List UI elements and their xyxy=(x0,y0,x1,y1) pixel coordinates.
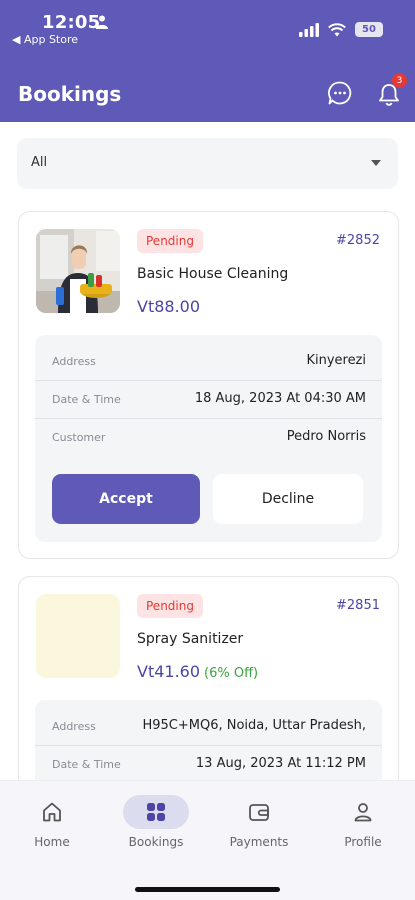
service-price: Vt88.00 xyxy=(137,297,200,316)
battery-icon: 50 xyxy=(355,22,383,37)
wifi-icon xyxy=(328,22,346,36)
filter-selected-value: All xyxy=(31,155,48,170)
status-filter-dropdown[interactable]: All xyxy=(17,138,398,189)
datetime-label: Date & Time xyxy=(52,758,121,771)
nav-label-home: Home xyxy=(34,835,70,849)
battery-level: 50 xyxy=(362,24,376,35)
booking-details: Address Kinyerezi Date & Time 18 Aug, 20… xyxy=(35,335,382,542)
nav-label-bookings: Bookings xyxy=(128,835,184,849)
service-price: Vt41.60 (6% Off) xyxy=(137,662,258,681)
chat-button[interactable] xyxy=(327,80,353,106)
cellular-signal-icon xyxy=(299,22,319,37)
detail-row-customer: Customer Pedro Norris xyxy=(35,419,382,457)
booking-card[interactable]: Pending #2852 Basic House Cleaning Vt88.… xyxy=(18,211,399,559)
app-header: Bookings 3 xyxy=(0,62,415,122)
price-value: Vt88.00 xyxy=(137,297,201,316)
booking-id: #2852 xyxy=(336,233,380,248)
nav-item-profile[interactable]: Profile xyxy=(323,795,403,849)
datetime-value: 13 Aug, 2023 At 11:12 PM xyxy=(195,756,366,771)
nav-item-home[interactable]: Home xyxy=(12,795,92,849)
service-image-placeholder xyxy=(36,594,120,678)
nav-item-bookings[interactable]: Bookings xyxy=(116,795,196,849)
detail-row-address: Address H95C+MQ6, Noida, Uttar Pradesh, xyxy=(35,708,382,746)
nav-label-payments: Payments xyxy=(229,835,289,849)
address-label: Address xyxy=(52,355,96,368)
datetime-value: 18 Aug, 2023 At 04:30 AM xyxy=(194,391,366,406)
home-icon xyxy=(43,802,61,822)
address-value: H95C+MQ6, Noida, Uttar Pradesh, xyxy=(142,718,366,733)
status-badge: Pending xyxy=(137,229,203,253)
service-name: Basic House Cleaning xyxy=(137,266,289,282)
datetime-label: Date & Time xyxy=(52,393,121,406)
wallet-icon xyxy=(249,804,269,821)
customer-label: Customer xyxy=(52,431,106,444)
booking-id: #2851 xyxy=(336,598,380,613)
nav-item-payments[interactable]: Payments xyxy=(219,795,299,849)
customer-value: Pedro Norris xyxy=(286,429,366,444)
bottom-navigation: Home Bookings Payments Profile xyxy=(0,780,415,900)
back-to-app-store-link[interactable]: ◀ App Store xyxy=(12,33,78,46)
nav-label-profile: Profile xyxy=(344,835,382,849)
address-value: Kinyerezi xyxy=(306,353,366,368)
home-indicator xyxy=(135,887,280,892)
address-label: Address xyxy=(52,720,96,733)
detail-row-datetime: Date & Time 13 Aug, 2023 At 11:12 PM xyxy=(35,746,382,784)
price-value: Vt41.60 xyxy=(137,662,201,681)
status-icons: 50 xyxy=(299,22,383,37)
detail-row-address: Address Kinyerezi xyxy=(35,343,382,381)
accept-button[interactable]: Accept xyxy=(52,474,200,524)
page-title: Bookings xyxy=(18,82,122,106)
notification-count-badge: 3 xyxy=(392,73,407,88)
bookings-icon xyxy=(147,803,165,821)
decline-button[interactable]: Decline xyxy=(213,474,363,524)
status-badge: Pending xyxy=(137,594,203,618)
person-icon xyxy=(354,803,372,822)
service-image xyxy=(36,229,120,313)
caret-down-icon xyxy=(371,160,381,166)
detail-row-datetime: Date & Time 18 Aug, 2023 At 04:30 AM xyxy=(35,381,382,419)
person-status-icon xyxy=(96,15,108,29)
status-bar: 12:05 ◀ App Store 50 xyxy=(0,0,415,62)
chat-icon xyxy=(328,81,352,105)
discount-label: (6% Off) xyxy=(204,666,259,681)
service-name: Spray Sanitizer xyxy=(137,631,244,647)
notifications-button[interactable]: 3 xyxy=(377,73,407,107)
status-time: 12:05 xyxy=(42,12,101,33)
